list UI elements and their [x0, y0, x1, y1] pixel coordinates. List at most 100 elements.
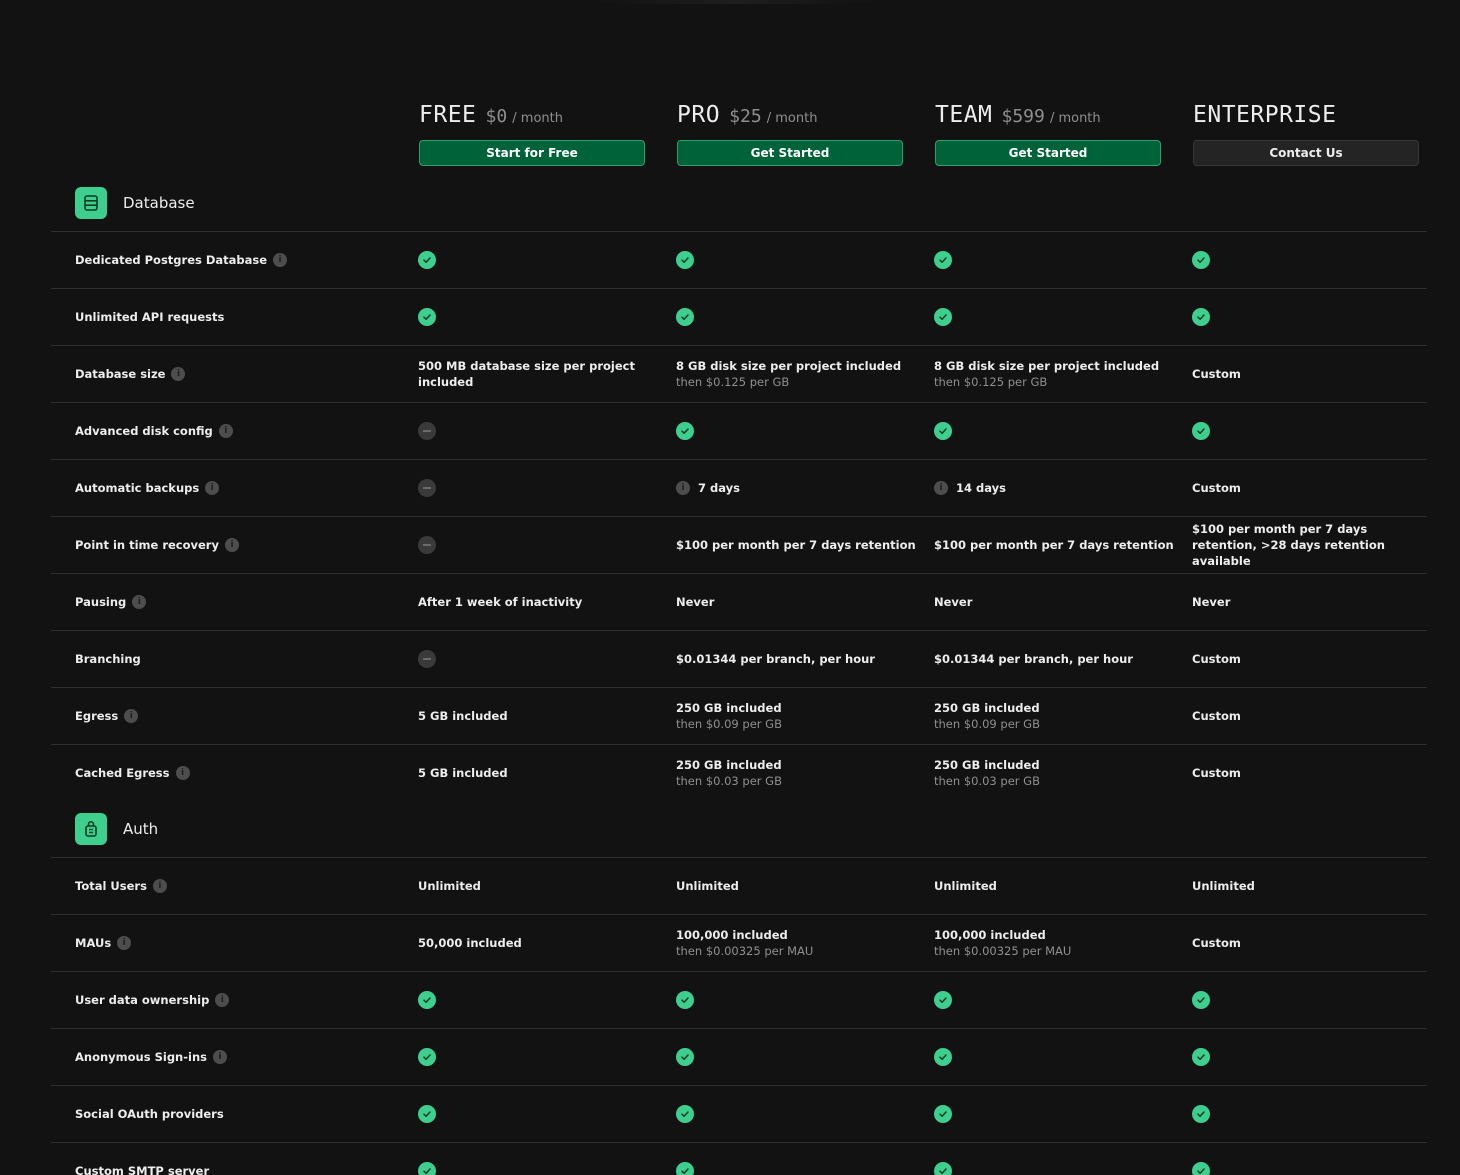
check-icon: [418, 1048, 436, 1066]
plan-value-cell: 250 GB included then $0.03 per GB: [934, 745, 1174, 801]
table-row: Unlimited API requests: [51, 288, 1427, 345]
table-row: Total Users i Unlimited Unlimited Unlimited U…: [51, 857, 1427, 914]
table-row: Point in time recovery i $100 per month pe…: [51, 516, 1427, 573]
plan-value-cell: i 7 days: [676, 460, 916, 516]
start-for-free-button[interactable]: Start for Free: [419, 140, 645, 166]
value-main: $0.01344 per branch, per hour: [934, 652, 1133, 666]
plan-value-cell: 5 GB included: [418, 745, 658, 801]
check-icon: [934, 1162, 952, 1175]
feature-label: Total Users: [75, 879, 147, 893]
value-text: 14 days: [956, 481, 1006, 495]
table-row: Cached Egress i 5 GB included 250 GB includ…: [51, 744, 1427, 801]
feature-name: Custom SMTP server: [75, 1143, 405, 1175]
value-text: $100 per month per 7 days retention: [676, 537, 916, 553]
plan-period: / month: [512, 111, 563, 126]
feature-name: User data ownership i: [75, 972, 405, 1028]
feature-name: Advanced disk config i: [75, 403, 405, 459]
plan-value-cell: 250 GB included then $0.09 per GB: [934, 688, 1174, 744]
section-title: Auth: [123, 820, 159, 838]
info-icon[interactable]: i: [124, 709, 139, 723]
info-icon[interactable]: i: [273, 253, 288, 267]
value-main: Unlimited: [418, 879, 481, 893]
plan-value-cell: 100,000 included then $0.00325 per MAU: [676, 915, 916, 971]
check-icon: [934, 251, 952, 269]
value-main: 250 GB included: [934, 701, 1040, 715]
plan-value-cell: [934, 232, 1174, 288]
team-get-started-button[interactable]: Get Started: [935, 140, 1161, 166]
value-main: Custom: [1192, 481, 1241, 495]
info-icon[interactable]: i: [132, 595, 147, 609]
info-icon[interactable]: i: [171, 367, 186, 381]
plan-value-cell: 250 GB included then $0.09 per GB: [676, 688, 916, 744]
plan-value-cell: [934, 1143, 1174, 1175]
info-icon[interactable]: i: [175, 766, 190, 780]
plan-value-cell: [1192, 289, 1427, 345]
plan-value-cell: [934, 1086, 1174, 1142]
value-sub: then $0.125 per GB: [676, 375, 790, 389]
lock-icon: [75, 813, 107, 845]
value-main: 8 GB disk size per project included: [934, 359, 1160, 373]
feature-label: Social OAuth providers: [75, 1107, 224, 1121]
info-icon[interactable]: i: [224, 538, 239, 552]
check-icon: [676, 251, 694, 269]
value-main: 50,000 included: [418, 936, 522, 950]
feature-name: MAUs i: [75, 915, 405, 971]
value-text: 250 GB included then $0.03 per GB: [676, 757, 782, 789]
table-row: Anonymous Sign-ins i: [51, 1028, 1427, 1085]
plan-value-cell: Custom: [1192, 346, 1427, 402]
check-icon: [418, 1105, 436, 1123]
info-icon[interactable]: i: [117, 936, 132, 950]
value-main: Never: [1192, 595, 1231, 609]
value-sub: then $0.03 per GB: [934, 774, 1040, 788]
value-text: 8 GB disk size per project included then …: [934, 358, 1159, 390]
plan-title: FREE $0 / month: [419, 102, 645, 132]
plan-value-cell: [418, 1086, 658, 1142]
plan-value-cell: 100,000 included then $0.00325 per MAU: [934, 915, 1174, 971]
feature-name: Pausing i: [75, 574, 405, 630]
plan-value-cell: $100 per month per 7 days retention, >28…: [1192, 517, 1427, 573]
value-with-info: i 7 days: [676, 480, 740, 496]
plan-value-cell: [934, 1029, 1174, 1085]
info-icon[interactable]: i: [152, 879, 167, 893]
value-main: 5 GB included: [418, 709, 508, 723]
plan-free-header: FREE $0 / month Start for Free: [419, 102, 645, 166]
plan-value-cell: [418, 403, 658, 459]
plan-value-cell: 250 GB included then $0.03 per GB: [676, 745, 916, 801]
feature-label: Dedicated Postgres Database: [75, 253, 268, 267]
minus-icon: [418, 536, 436, 554]
value-text: $100 per month per 7 days retention, >28…: [1192, 521, 1427, 569]
plan-value-cell: 5 GB included: [418, 688, 658, 744]
plan-value-cell: Custom: [1192, 915, 1427, 971]
check-icon: [934, 1105, 952, 1123]
table-row: Dedicated Postgres Database i: [51, 231, 1427, 288]
check-icon: [418, 991, 436, 1009]
plan-title: ENTERPRISE: [1193, 102, 1419, 132]
value-main: Never: [934, 595, 973, 609]
value-sub: then $0.09 per GB: [676, 717, 782, 731]
value-text: Custom: [1192, 480, 1241, 496]
section-header-auth: Auth: [75, 813, 158, 845]
info-icon[interactable]: i: [212, 1050, 227, 1064]
check-icon: [1192, 1048, 1210, 1066]
check-icon: [934, 1048, 952, 1066]
feature-label: MAUs: [75, 936, 112, 950]
plan-name: PRO: [677, 102, 721, 128]
contact-us-button[interactable]: Contact Us: [1193, 140, 1419, 166]
info-icon[interactable]: i: [215, 993, 230, 1007]
pro-get-started-button[interactable]: Get Started: [677, 140, 903, 166]
info-icon[interactable]: i: [205, 481, 220, 495]
value-text: Custom: [1192, 708, 1241, 724]
info-icon[interactable]: i: [218, 424, 233, 438]
plan-period: / month: [1049, 111, 1101, 126]
info-icon[interactable]: i: [934, 481, 948, 495]
top-glow-decoration: [590, 0, 880, 4]
check-icon: [676, 308, 694, 326]
plan-value-cell: [934, 289, 1174, 345]
check-icon: [1192, 308, 1210, 326]
table-row: Custom SMTP server: [51, 1142, 1427, 1175]
table-row: Automatic backups i i 7 days i 14 days Custom: [51, 459, 1427, 516]
info-icon[interactable]: i: [676, 481, 690, 495]
plan-value-cell: [1192, 232, 1427, 288]
plan-value-cell: [676, 972, 916, 1028]
feature-name: Database size i: [75, 346, 405, 402]
